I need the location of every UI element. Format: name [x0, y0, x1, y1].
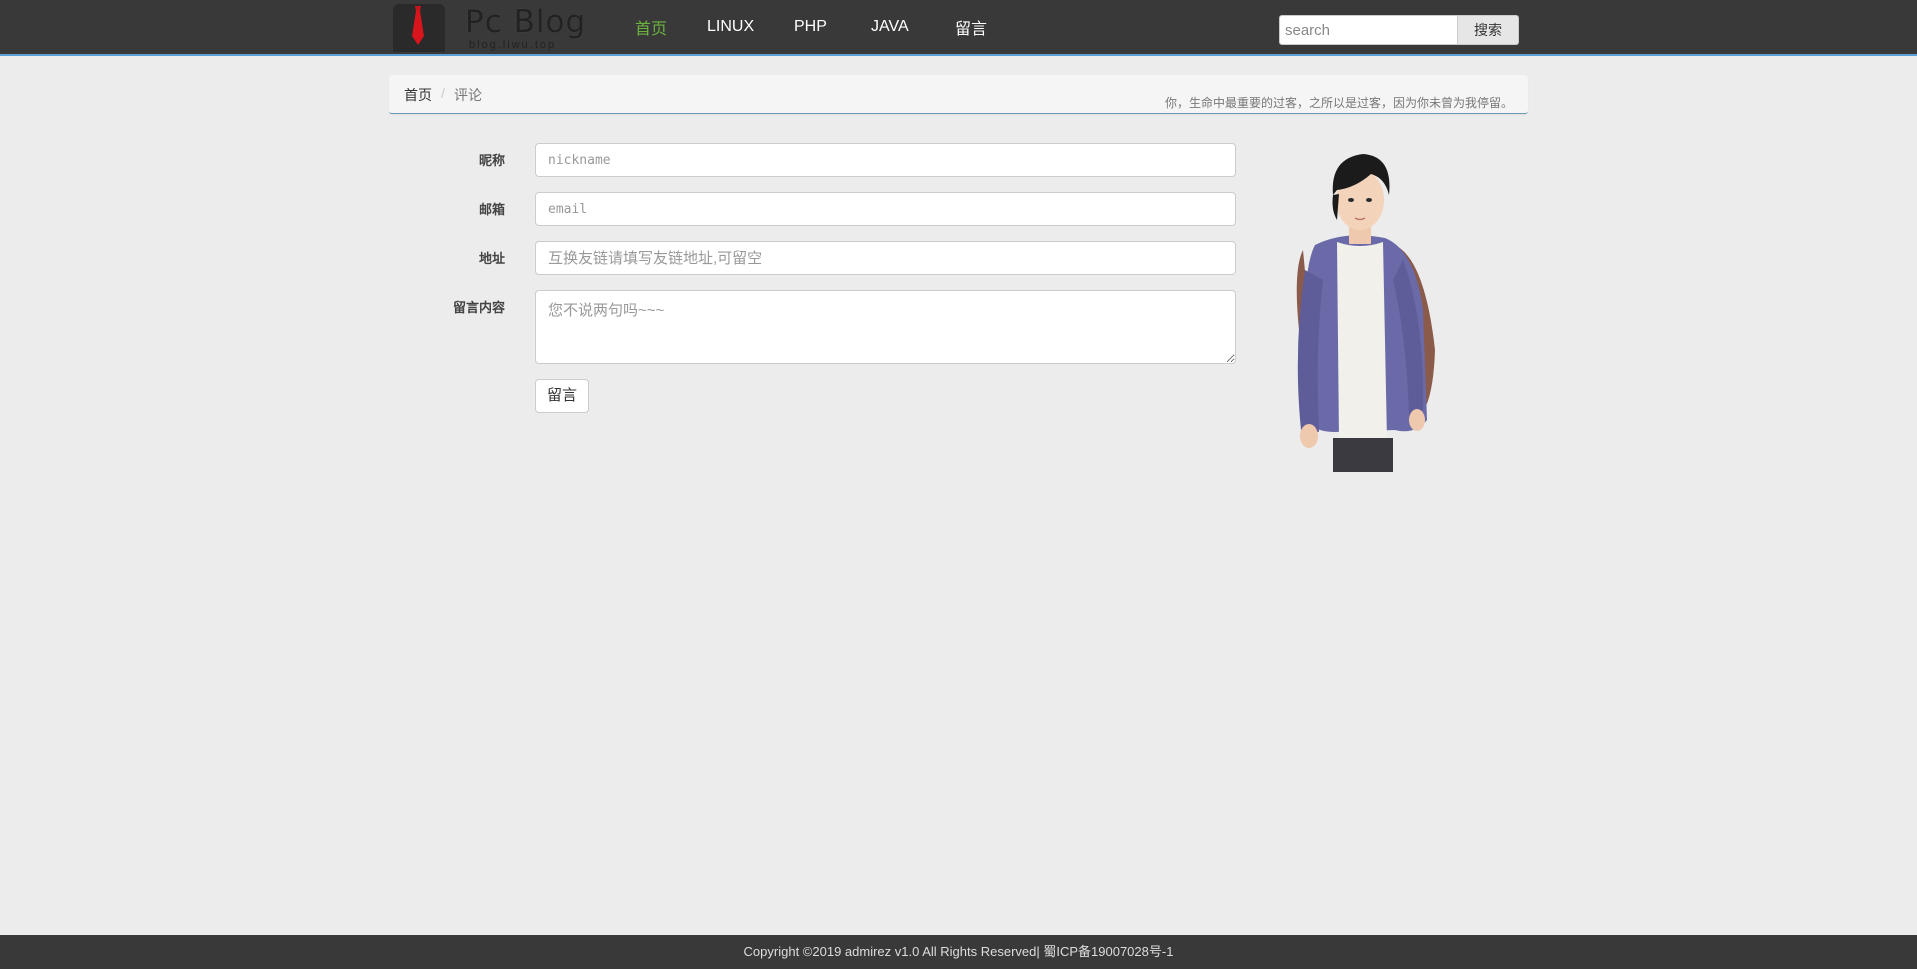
logo-title: Pc Blog	[465, 4, 587, 40]
nav-label: LINUX	[707, 18, 755, 35]
footer-copyright: Copyright ©2019 admirez v1.0 All Rights …	[743, 944, 1174, 959]
nav-item-java[interactable]: JAVA	[871, 0, 909, 54]
content-label: 留言内容	[452, 300, 505, 315]
nav-label: 留言	[955, 21, 988, 38]
search-input[interactable]	[1279, 15, 1458, 45]
top-navbar: Pc Blog blog.liwu.top 首页 LINUX PHP JAVA …	[0, 0, 1917, 56]
logo-subtitle: blog.liwu.top	[469, 39, 557, 51]
email-label: 邮箱	[478, 202, 505, 217]
breadcrumb-current: 评论	[454, 87, 482, 103]
nav-item-php[interactable]: PHP	[794, 0, 827, 54]
address-label: 地址	[478, 251, 505, 266]
nav-item-guestbook[interactable]: 留言	[955, 0, 987, 54]
site-footer: Copyright ©2019 admirez v1.0 All Rights …	[0, 935, 1917, 969]
breadcrumb-separator: /	[441, 85, 445, 101]
email-field[interactable]	[535, 192, 1236, 226]
search-button[interactable]: 搜索	[1458, 15, 1519, 45]
breadcrumb: 首页 / 评论 你，生命中最重要的过客，之所以是过客，因为你未曾为我停留。	[389, 75, 1528, 114]
boy-illustration	[1296, 154, 1435, 472]
tie-icon	[412, 6, 424, 45]
header-quote: 你，生命中最重要的过客，之所以是过客，因为你未曾为我停留。	[1164, 96, 1513, 110]
nav-label: 首页	[635, 21, 668, 38]
nickname-label: 昵称	[478, 153, 505, 168]
message-textarea[interactable]	[535, 290, 1236, 364]
nav-label: JAVA	[871, 18, 909, 35]
site-logo[interactable]: Pc Blog blog.liwu.top	[389, 2, 599, 52]
nav-label: PHP	[794, 18, 827, 35]
nav-item-linux[interactable]: LINUX	[707, 0, 754, 54]
breadcrumb-home-link[interactable]: 首页	[404, 85, 432, 105]
submit-message-button[interactable]: 留言	[535, 379, 589, 413]
nickname-field[interactable]	[535, 143, 1236, 177]
nav-item-home[interactable]: 首页	[635, 0, 667, 54]
address-field[interactable]	[535, 241, 1236, 275]
